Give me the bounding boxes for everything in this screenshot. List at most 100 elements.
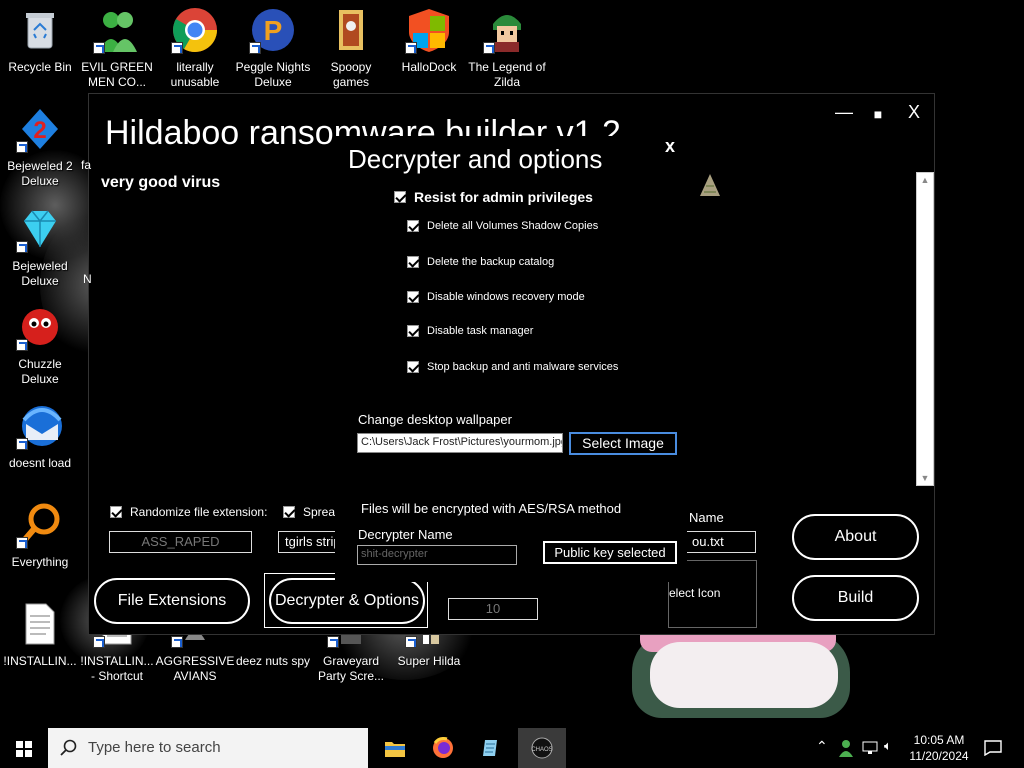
taskbar-search-box[interactable]: Type here to search — [48, 728, 368, 768]
option-recovery-mode[interactable]: Disable windows recovery mode — [407, 291, 585, 303]
shortcut-arrow-icon — [16, 438, 28, 450]
task-manager-checkbox[interactable] — [407, 325, 419, 337]
randomize-extension-option[interactable]: Randomize file extension: — [110, 505, 267, 519]
resist-admin-checkbox[interactable] — [394, 191, 406, 203]
resist-admin-option[interactable]: Resist for admin privileges — [394, 189, 593, 205]
chevron-up-icon[interactable]: ⌃ — [816, 738, 828, 755]
taskbar-app-chaos[interactable]: CHAOS — [518, 728, 566, 768]
taskbar-app-firefox[interactable] — [424, 728, 462, 768]
partial-label-fa: fa — [81, 158, 92, 172]
desktop-icon-bejeweled[interactable]: Bejeweled Deluxe — [0, 205, 80, 289]
number-input[interactable]: 10 — [448, 598, 538, 620]
wallpaper-path-input[interactable]: C:\Users\Jack Frost\Pictures\yourmom.jpg — [357, 433, 563, 453]
spread-option[interactable]: Spread — [283, 505, 342, 519]
shortcut-arrow-icon — [171, 636, 183, 648]
windows-start-icon — [16, 741, 32, 757]
taskbar-clock[interactable]: 10:05 AM 11/20/2024 — [908, 732, 970, 764]
shortcut-arrow-icon — [16, 141, 28, 153]
extension-input[interactable]: ASS_RAPED — [109, 531, 252, 553]
clock-time: 10:05 AM — [913, 733, 965, 747]
encryption-note: Files will be encrypted with AES/RSA met… — [361, 501, 622, 516]
shortcut-arrow-icon — [16, 339, 28, 351]
resist-admin-label: Resist for admin privileges — [414, 189, 593, 205]
notepad-icon — [483, 740, 497, 756]
stop-services-checkbox[interactable] — [407, 361, 419, 373]
desktop-icon-doesnt-load[interactable]: doesnt load — [0, 402, 80, 471]
desktop-icon-bejeweled-2[interactable]: 2 Bejeweled 2 Deluxe — [0, 105, 80, 189]
desktop-icon-hallodock[interactable]: HalloDock — [389, 6, 469, 75]
about-button[interactable]: About — [792, 514, 919, 560]
svg-text:2: 2 — [33, 117, 46, 144]
decrypter-options-dialog: Decrypter and options x Resist for admin… — [335, 136, 687, 582]
shortcut-arrow-icon — [405, 42, 417, 54]
clock-date: 11/20/2024 — [909, 749, 969, 763]
option-shadow-copies[interactable]: Delete all Volumes Shadow Copies — [407, 220, 598, 232]
file-extensions-button[interactable]: File Extensions — [94, 578, 250, 624]
recovery-mode-label: Disable windows recovery mode — [427, 291, 585, 303]
shadow-copies-label: Delete all Volumes Shadow Copies — [427, 220, 599, 232]
firefox-icon — [433, 737, 453, 758]
volume-icon[interactable]: 🔈︎ — [884, 738, 892, 754]
document-icon — [25, 603, 55, 645]
desktop-icon-legend-of-zilda[interactable]: The Legend of Zilda — [467, 6, 547, 90]
scroll-up-arrow-icon[interactable]: ▲ — [917, 173, 933, 187]
build-button[interactable]: Build — [792, 575, 919, 621]
wallpaper-label: Change desktop wallpaper — [358, 412, 512, 427]
shortcut-arrow-icon — [16, 241, 28, 253]
vertical-scrollbar[interactable]: ▲ ▼ — [916, 172, 934, 486]
decrypter-options-button[interactable]: Decrypter & Options — [269, 578, 425, 624]
taskbar-app-file-explorer[interactable] — [376, 728, 414, 768]
name-input[interactable]: ou.txt — [685, 531, 756, 553]
taskbar: Type here to search CHAOS ⌃ 🔈︎ 10:05 AM … — [0, 728, 1024, 768]
recycle-bin-icon — [26, 13, 54, 49]
spread-checkbox[interactable] — [283, 506, 295, 518]
shortcut-arrow-icon — [93, 636, 105, 648]
taskbar-app-notepad[interactable] — [472, 728, 510, 768]
desktop-icon-literally-unusable[interactable]: literally unusable — [155, 6, 235, 90]
desktop-icon-chuzzle[interactable]: Chuzzle Deluxe — [0, 303, 80, 387]
network-icon[interactable] — [862, 740, 878, 756]
recovery-mode-checkbox[interactable] — [407, 291, 419, 303]
shortcut-arrow-icon — [327, 636, 339, 648]
stop-services-label: Stop backup and anti malware services — [427, 361, 619, 373]
shadow-copies-checkbox[interactable] — [407, 220, 419, 232]
shortcut-arrow-icon — [249, 42, 261, 54]
scroll-down-arrow-icon[interactable]: ▼ — [917, 471, 933, 485]
notifications-button[interactable] — [978, 728, 1008, 768]
option-backup-catalog[interactable]: Delete the backup catalog — [407, 256, 554, 268]
tree-sprite-icon — [700, 174, 720, 196]
desktop-icon-spoopy-games[interactable]: Spoopy games — [311, 6, 391, 90]
randomize-extension-label: Randomize file extension: — [130, 505, 268, 519]
desktop-icon-recycle-bin[interactable]: Recycle Bin — [0, 6, 80, 75]
desktop-icon-everything[interactable]: Everything — [0, 501, 80, 570]
desktop-icon-peggle-nights[interactable]: P Peggle Nights Deluxe — [233, 6, 313, 90]
search-placeholder: Type here to search — [88, 739, 221, 756]
shortcut-arrow-icon — [483, 42, 495, 54]
shortcut-arrow-icon — [93, 42, 105, 54]
option-stop-services[interactable]: Stop backup and anti malware services — [407, 361, 618, 373]
svg-text:P: P — [264, 15, 283, 46]
chaos-icon: CHAOS — [531, 737, 553, 759]
task-manager-label: Disable task manager — [427, 325, 534, 337]
backup-catalog-label: Delete the backup catalog — [427, 256, 555, 268]
dialog-close-button[interactable]: x — [665, 136, 675, 157]
public-key-button[interactable]: Public key selected — [543, 541, 677, 564]
option-task-manager[interactable]: Disable task manager — [407, 325, 533, 337]
system-tray: ⌃ 🔈︎ — [812, 728, 908, 768]
desktop-icon-evil-green-men[interactable]: EVIL GREEN MEN CO... — [77, 6, 157, 90]
close-button[interactable]: X — [899, 100, 929, 124]
app-subtitle: very good virus — [101, 174, 221, 191]
randomize-extension-checkbox[interactable] — [110, 506, 122, 518]
people-icon[interactable] — [838, 739, 854, 757]
maximize-button[interactable]: ■ — [863, 102, 893, 126]
notification-icon — [984, 740, 1002, 756]
decrypter-name-input[interactable]: shit-decrypter — [357, 545, 517, 565]
backup-catalog-checkbox[interactable] — [407, 256, 419, 268]
spread-input[interactable]: tgirls strip — [278, 531, 338, 553]
desktop-icon-installing[interactable]: !INSTALLIN... — [0, 600, 80, 669]
name-label: Name — [689, 510, 724, 525]
start-button[interactable] — [0, 728, 48, 768]
minimize-button[interactable]: — — [829, 100, 859, 124]
shortcut-arrow-icon — [16, 537, 28, 549]
select-image-button[interactable]: Select Image — [569, 432, 677, 455]
